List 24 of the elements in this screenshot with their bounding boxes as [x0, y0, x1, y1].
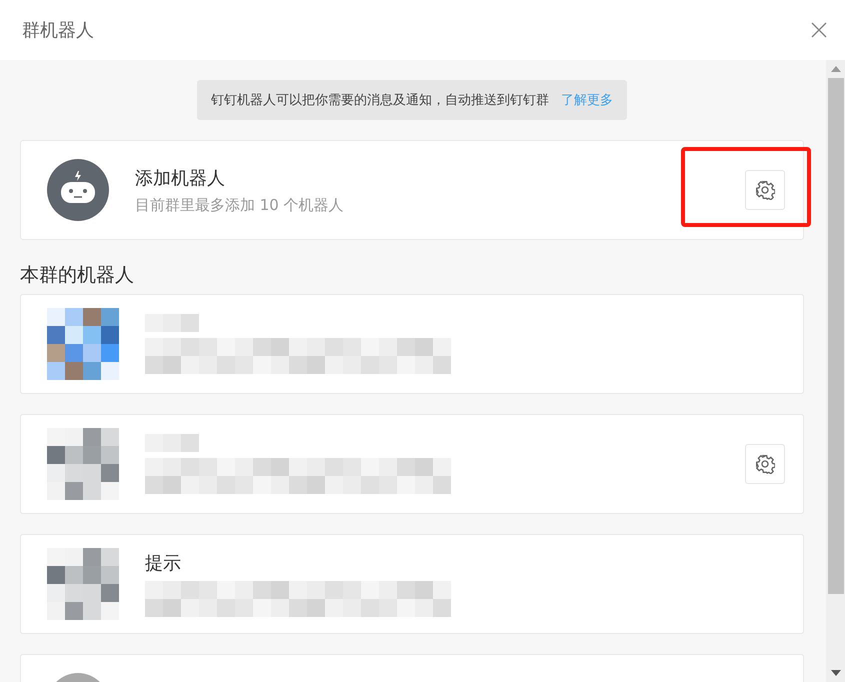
- card-subtitle: 目前群里最多添加 10 个机器人: [135, 196, 345, 214]
- settings-icon: [755, 180, 775, 200]
- scroll-down-icon: [830, 670, 840, 676]
- robot-card[interactable]: [20, 414, 804, 514]
- settings-button[interactable]: [745, 170, 785, 210]
- mosaic-drawing: [47, 308, 119, 380]
- mosaic-drawing: [47, 428, 119, 500]
- close-icon: [811, 22, 827, 38]
- mosaic-drawing: [145, 314, 199, 332]
- notice-text: 钉钉机器人可以把你需要的消息及通知，自动推送到钉钉群: [211, 92, 549, 109]
- robot-card[interactable]: [20, 294, 804, 394]
- card-title: 添加机器人: [135, 166, 226, 190]
- robot-card[interactable]: 提示: [20, 534, 804, 634]
- settings-button[interactable]: [745, 444, 785, 484]
- settings-icon: [755, 454, 775, 474]
- scrollbar-thumb[interactable]: [828, 78, 844, 594]
- section-title: 本群的机器人: [20, 263, 135, 288]
- window-title: 群机器人: [22, 19, 94, 42]
- robot-name: 提示: [145, 552, 182, 575]
- scrollbar[interactable]: [826, 60, 845, 682]
- mosaic-drawing: [145, 434, 199, 452]
- mosaic-drawing: [47, 548, 119, 620]
- scroll-up-icon: [830, 66, 840, 72]
- robot-avatar-icon: [47, 159, 109, 221]
